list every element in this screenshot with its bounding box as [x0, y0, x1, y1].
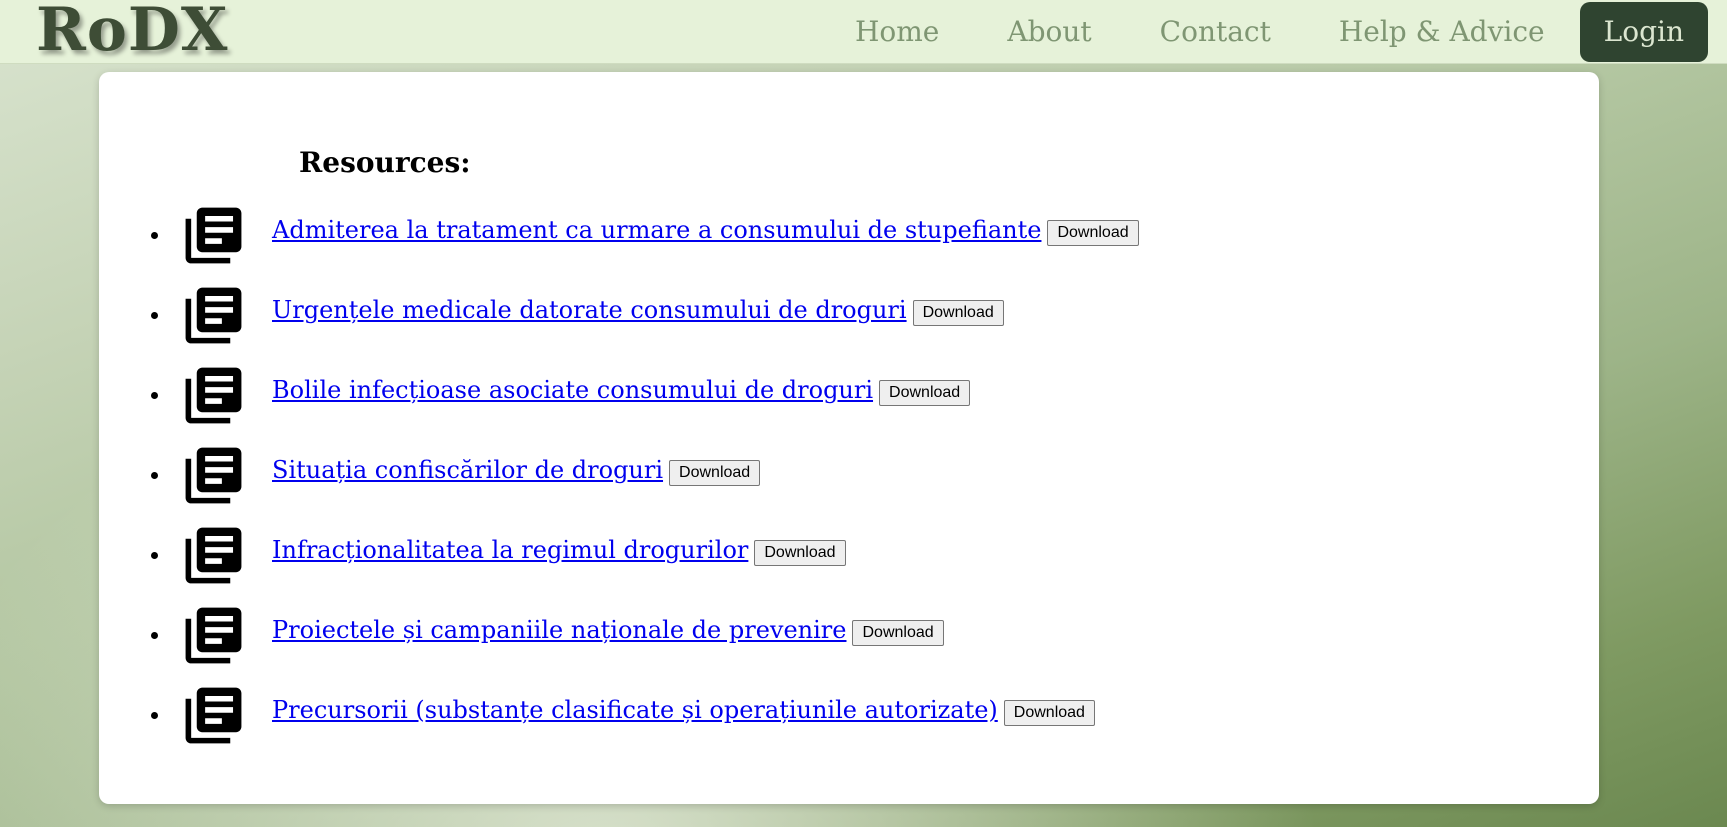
document-icon	[185, 367, 242, 424]
document-icon	[185, 207, 242, 264]
resources-card: Resources: Admiterea la tratament ca urm…	[99, 72, 1599, 804]
list-bullet	[151, 552, 158, 559]
resource-link[interactable]: Bolile infecțioase asociate consumului d…	[272, 373, 873, 407]
resource-link[interactable]: Proiectele și campaniile naționale de pr…	[272, 613, 846, 647]
page-title: Resources:	[299, 146, 471, 179]
top-navbar: RoDX Home About Contact Help & Advice Lo…	[0, 0, 1727, 66]
resource-link[interactable]: Admiterea la tratament ca urmare a consu…	[272, 213, 1041, 247]
document-icon	[185, 287, 242, 344]
resource-link[interactable]: Situația confiscărilor de droguri	[272, 453, 663, 487]
site-logo[interactable]: RoDX	[36, 0, 228, 66]
list-bullet	[151, 392, 158, 399]
nav-contact-link[interactable]: Contact	[1160, 12, 1271, 52]
download-button[interactable]: Download	[912, 300, 1004, 326]
resource-link[interactable]: Urgențele medicale datorate consumului d…	[272, 293, 907, 327]
list-bullet	[151, 312, 158, 319]
download-button[interactable]: Download	[852, 620, 944, 646]
document-icon	[185, 607, 242, 664]
resource-link[interactable]: Infracționalitatea la regimul drogurilor	[272, 533, 748, 567]
document-icon	[185, 687, 242, 744]
download-button[interactable]: Download	[879, 380, 971, 406]
list-bullet	[151, 232, 158, 239]
document-icon	[185, 527, 242, 584]
list-bullet	[151, 632, 158, 639]
nav-about-link[interactable]: About	[1007, 12, 1091, 52]
document-icon	[185, 447, 242, 504]
download-button[interactable]: Download	[669, 460, 761, 486]
list-bullet	[151, 472, 158, 479]
resource-link[interactable]: Precursorii (substanțe clasificate și op…	[272, 693, 998, 727]
download-button[interactable]: Download	[1047, 220, 1139, 246]
main-nav: Home About Contact Help & Advice Login	[855, 0, 1708, 63]
download-button[interactable]: Download	[1003, 700, 1095, 726]
list-bullet	[151, 712, 158, 719]
nav-home-link[interactable]: Home	[855, 12, 939, 52]
nav-help-advice-link[interactable]: Help & Advice	[1339, 12, 1545, 52]
download-button[interactable]: Download	[754, 540, 846, 566]
login-button[interactable]: Login	[1579, 1, 1708, 62]
